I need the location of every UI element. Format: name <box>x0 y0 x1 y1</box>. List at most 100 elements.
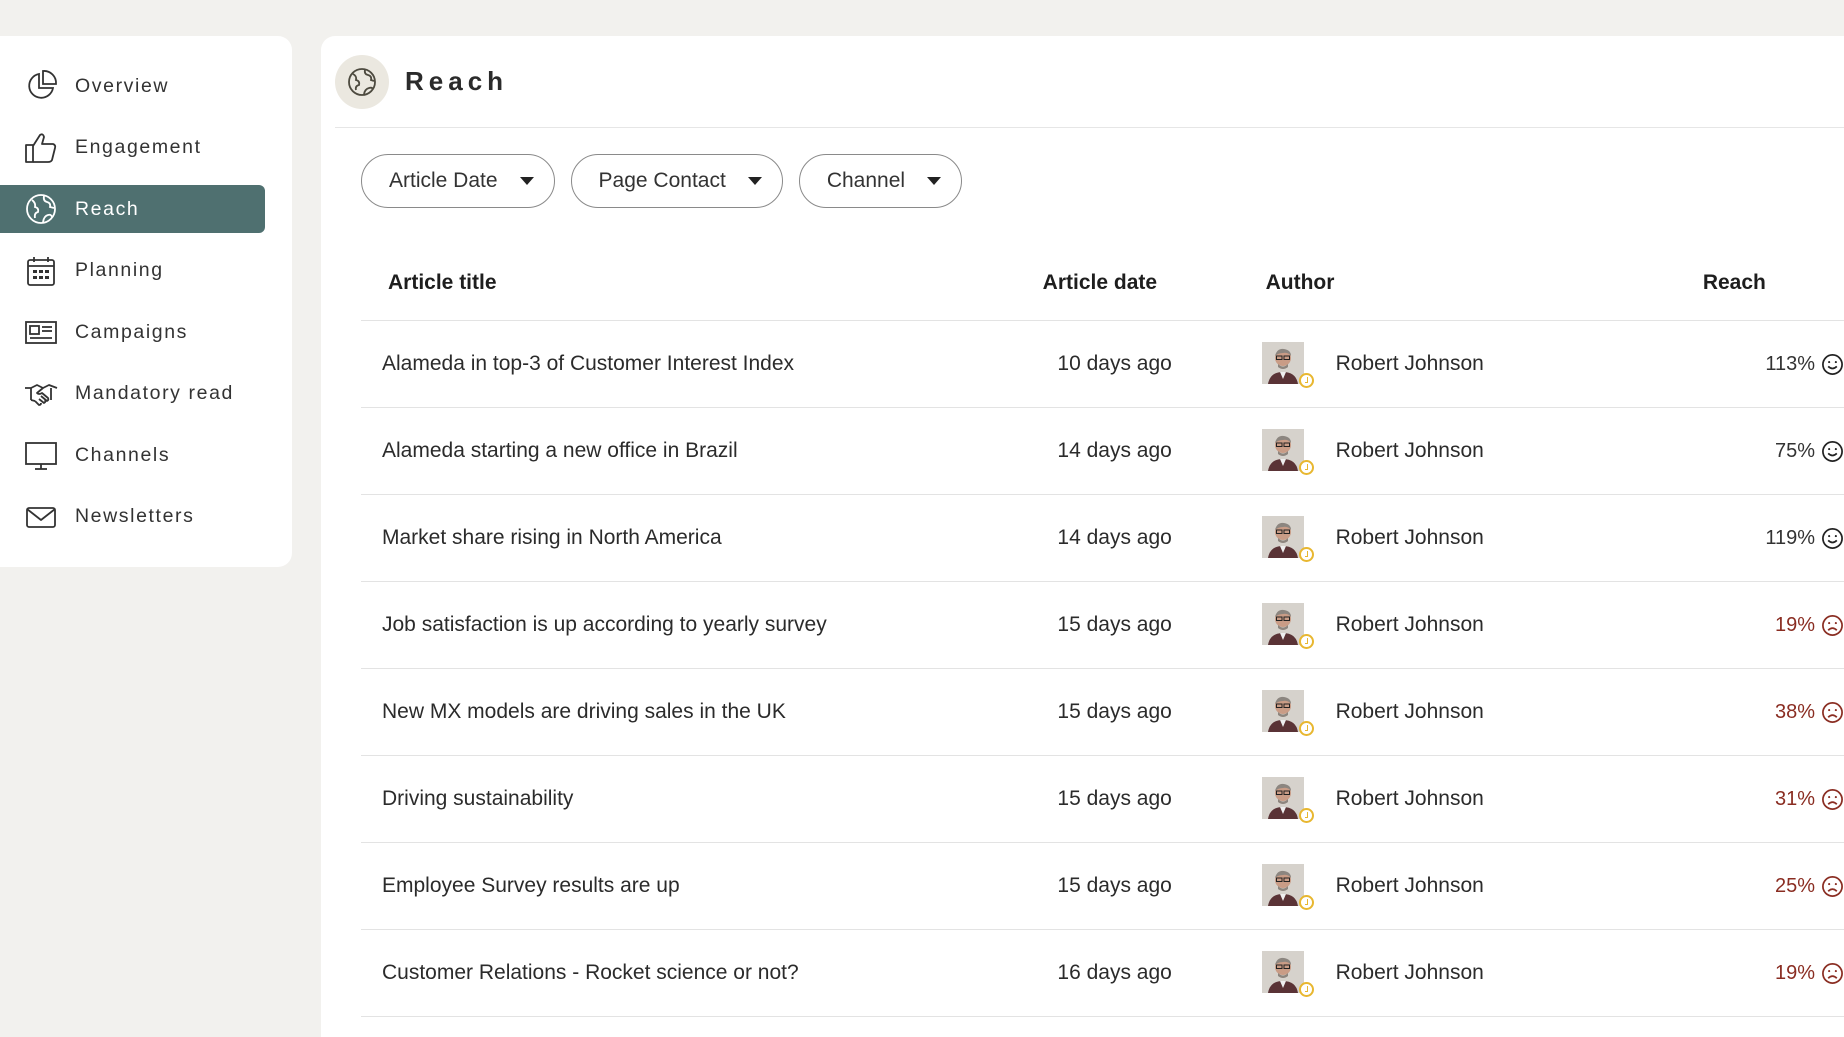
author-cell: Robert Johnson <box>1260 603 1694 649</box>
sidebar-item-newsletters[interactable]: Newsletters <box>0 493 265 541</box>
article-date: 15 days ago <box>1057 787 1172 810</box>
author-cell: Robert Johnson <box>1260 951 1694 997</box>
table-row[interactable]: Driving sustainability 15 days ago Rober… <box>361 756 1844 843</box>
sad-face-icon <box>1821 962 1844 985</box>
avatar[interactable] <box>1261 690 1314 736</box>
clock-status-icon <box>1298 982 1314 997</box>
table-row[interactable]: Employee Survey results are up 15 days a… <box>361 843 1844 930</box>
article-date: 14 days ago <box>1057 526 1172 549</box>
reach-cell: 113% <box>1694 353 1844 376</box>
author-name: Robert Johnson <box>1335 613 1484 636</box>
filter-bar: Article Date Page Contact Channel <box>361 154 1844 208</box>
author-cell: Robert Johnson <box>1260 777 1694 823</box>
reach-value: 113% <box>1765 352 1815 375</box>
table-row[interactable]: Market share rising in North America 14 … <box>361 495 1844 582</box>
filter-label: Page Contact <box>598 169 726 192</box>
sidebar-item-label: Campaigns <box>75 320 189 343</box>
author-cell: Robert Johnson <box>1260 516 1694 562</box>
reach-cell: 19% <box>1694 962 1844 985</box>
page-contact-filter[interactable]: Page Contact <box>570 154 783 208</box>
reach-value: 19% <box>1774 961 1815 984</box>
article-date-filter[interactable]: Article Date <box>361 154 555 208</box>
avatar[interactable] <box>1261 342 1314 388</box>
article-title[interactable]: Job satisfaction is up according to year… <box>361 613 1036 637</box>
article-title[interactable]: Employee Survey results are up <box>361 874 1036 898</box>
article-date: 15 days ago <box>1057 874 1172 897</box>
author-name: Robert Johnson <box>1335 787 1484 810</box>
article-title[interactable]: New MX models are driving sales in the U… <box>361 700 1036 724</box>
page-header: Reach <box>335 36 1844 128</box>
article-title[interactable]: Market share rising in North America <box>361 526 1036 550</box>
table-row[interactable]: Alameda starting a new office in Brazil … <box>361 408 1844 495</box>
globe-icon <box>335 54 389 109</box>
pie-chart-icon <box>22 67 60 105</box>
column-header-reach[interactable]: Reach <box>1693 271 1844 295</box>
article-date: 15 days ago <box>1057 700 1172 723</box>
author-name: Robert Johnson <box>1335 961 1484 984</box>
sidebar-item-label: Channels <box>75 443 171 466</box>
monitor-icon <box>22 436 60 474</box>
column-header-title[interactable]: Article title <box>361 271 1037 295</box>
reach-cell: 38% <box>1694 701 1844 724</box>
avatar[interactable] <box>1261 951 1314 997</box>
clock-status-icon <box>1298 808 1314 823</box>
sidebar-item-campaigns[interactable]: Campaigns <box>0 308 265 356</box>
sidebar-item-mandatory-read[interactable]: Mandatory read <box>0 370 265 418</box>
reach-cell: 25% <box>1694 875 1844 898</box>
author-name: Robert Johnson <box>1335 352 1484 375</box>
table-row[interactable]: Job satisfaction is up according to year… <box>361 582 1844 669</box>
sad-face-icon <box>1821 875 1844 898</box>
author-cell: Robert Johnson <box>1260 864 1694 910</box>
reach-value: 25% <box>1774 874 1815 897</box>
clock-status-icon <box>1298 460 1314 475</box>
articles-table: Article title Article date Author Reach … <box>361 246 1844 1017</box>
main-panel: Reach Article Date Page Contact Channel … <box>321 36 1844 1037</box>
avatar[interactable] <box>1261 864 1314 910</box>
author-cell: Robert Johnson <box>1260 690 1694 736</box>
table-row[interactable]: Customer Relations - Rocket science or n… <box>361 930 1844 1017</box>
author-cell: Robert Johnson <box>1260 429 1694 475</box>
globe-icon <box>22 190 60 228</box>
avatar[interactable] <box>1261 516 1314 562</box>
article-title[interactable]: Customer Relations - Rocket science or n… <box>361 961 1036 985</box>
thumbs-up-icon <box>22 129 60 167</box>
avatar[interactable] <box>1261 777 1314 823</box>
calendar-icon <box>22 252 60 290</box>
clock-status-icon <box>1298 634 1314 649</box>
sad-face-icon <box>1821 701 1844 724</box>
clock-status-icon <box>1298 721 1314 736</box>
reach-cell: 19% <box>1694 614 1844 637</box>
handshake-icon <box>22 375 60 413</box>
sidebar-item-label: Overview <box>75 74 170 97</box>
sidebar-item-planning[interactable]: Planning <box>0 247 265 295</box>
happy-face-icon <box>1821 353 1844 376</box>
author-name: Robert Johnson <box>1335 874 1484 897</box>
sidebar-item-reach[interactable]: Reach <box>0 185 265 233</box>
article-date: 16 days ago <box>1057 961 1172 984</box>
clock-status-icon <box>1298 547 1314 562</box>
channel-filter[interactable]: Channel <box>798 154 963 208</box>
avatar[interactable] <box>1261 603 1314 649</box>
filter-label: Channel <box>826 169 906 192</box>
sidebar-item-engagement[interactable]: Engagement <box>0 124 265 172</box>
author-name: Robert Johnson <box>1335 700 1484 723</box>
article-title[interactable]: Driving sustainability <box>361 787 1036 811</box>
sidebar-item-label: Newsletters <box>75 505 195 527</box>
reach-value: 75% <box>1774 439 1815 462</box>
sidebar-item-label: Engagement <box>75 136 202 158</box>
newspaper-icon <box>22 313 60 351</box>
clock-status-icon <box>1298 373 1314 388</box>
sad-face-icon <box>1821 614 1844 637</box>
happy-face-icon <box>1821 440 1844 463</box>
sidebar-item-overview[interactable]: Overview <box>0 62 265 110</box>
column-header-author[interactable]: Author <box>1259 271 1693 295</box>
table-row[interactable]: Alameda in top-3 of Customer Interest In… <box>361 321 1844 408</box>
sidebar-item-channels[interactable]: Channels <box>0 431 265 479</box>
column-header-date[interactable]: Article date <box>1037 271 1259 295</box>
avatar[interactable] <box>1261 429 1314 475</box>
article-title[interactable]: Alameda starting a new office in Brazil <box>361 439 1036 463</box>
reach-cell: 119% <box>1694 527 1844 550</box>
table-row[interactable]: New MX models are driving sales in the U… <box>361 669 1844 756</box>
table-body: Alameda in top-3 of Customer Interest In… <box>361 321 1844 1017</box>
article-title[interactable]: Alameda in top-3 of Customer Interest In… <box>361 352 1036 376</box>
